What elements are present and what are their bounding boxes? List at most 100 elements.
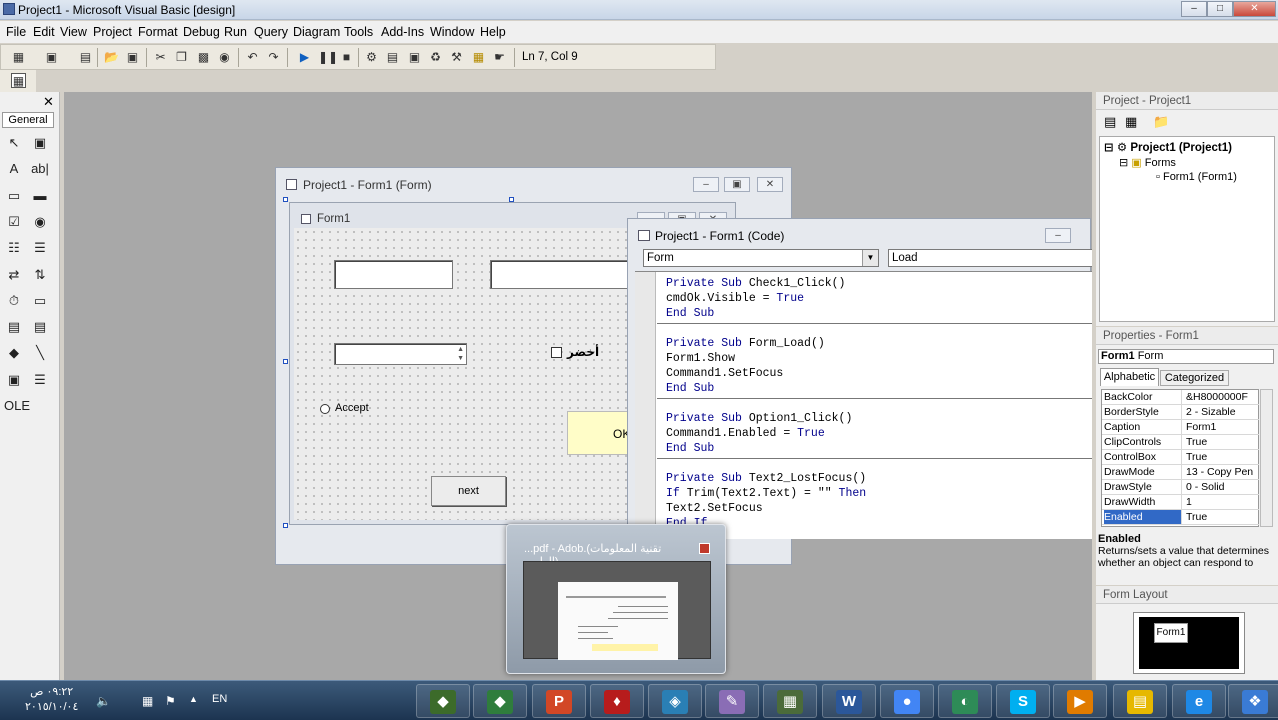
open-icon[interactable]: 📂 [104,50,119,65]
paste-icon[interactable]: ▩ [196,50,211,65]
drivelistbox-tool-icon[interactable]: ▭ [30,292,50,310]
find-icon[interactable]: ◉ [217,50,232,65]
thumbnail-preview[interactable] [523,561,711,660]
taskbar-thumbnail[interactable]: ...pdf - Adob.(تقنية المعلومات (العلمي [506,524,726,674]
maximize-button[interactable]: □ [1207,1,1233,17]
volume-icon[interactable]: 🔈 [96,694,111,708]
vscrollbar-tool-icon[interactable]: ⇅ [30,266,50,284]
object-browser-icon[interactable]: ♻ [428,50,443,65]
redo-icon[interactable]: ↷ [266,50,281,65]
taskbar-button-powerpoint[interactable]: P [532,684,586,718]
ole-tool-icon[interactable]: OLE [4,397,30,415]
chevron-down-icon[interactable]: ▼ [862,250,878,266]
property-value[interactable]: True [1186,510,1258,524]
break-icon[interactable]: ❚❚ [318,50,338,65]
add-project-icon[interactable]: ▦ [11,50,26,65]
property-value[interactable]: &H8000000F [1186,390,1258,404]
menu-query[interactable]: Query [254,25,288,39]
form1-client-area[interactable]: ▲ ▼ أخضر Accept OK next [294,228,630,520]
taskbar-button-ie[interactable]: e [1172,684,1226,718]
textbox-tool-icon[interactable]: ab| [30,160,50,178]
menu-window[interactable]: Window [430,25,474,39]
property-value[interactable]: True [1186,450,1258,464]
menu-debug[interactable]: Debug [183,25,220,39]
property-row[interactable]: Enabled True [1102,510,1259,525]
tree-item-project-root[interactable]: ⊟ ⚙ Project1 (Project1) [1104,140,1232,154]
updown-textbox[interactable]: ▲ ▼ [334,343,467,365]
start-icon[interactable]: ▶ [297,50,312,65]
cmdok-button[interactable]: OK [567,411,630,455]
text2-textbox[interactable] [490,260,630,289]
toolbox-close-button[interactable]: ✕ [43,94,54,110]
property-value[interactable]: 0 - Solid [1186,480,1258,494]
taskbar-clock[interactable]: ٠٩:٢٢ ص ٢٠١٥/١٠/٠٤ [25,685,78,715]
taskbar-button-skype[interactable]: S [996,684,1050,718]
tab-alphabetic[interactable]: Alphabetic [1100,368,1159,386]
next-button[interactable]: next [431,476,506,506]
resize-handle[interactable] [283,359,288,364]
property-row[interactable]: DrawStyle 0 - Solid [1102,480,1259,495]
flag-icon[interactable]: ⚑ [165,694,176,708]
code-minimize-button[interactable]: – [1045,228,1071,243]
taskbar-button-calc[interactable]: ▦ [763,684,817,718]
property-value[interactable]: 2 - Sizable [1186,405,1258,419]
property-value[interactable]: 13 - Copy Pen [1186,465,1258,479]
object-combo[interactable]: Form ▼ [643,249,879,267]
undo-icon[interactable]: ↶ [245,50,260,65]
menu-edit[interactable]: Edit [33,25,55,39]
view-code-icon[interactable]: ▤ [1104,114,1116,130]
property-row[interactable]: DrawWidth 1 [1102,495,1259,510]
label-tool-icon[interactable]: A [4,160,24,178]
dirlistbox-tool-icon[interactable]: ▤ [4,318,24,336]
menu-add-ins[interactable]: Add-Ins [381,25,424,39]
resize-handle[interactable] [283,523,288,528]
combobox-tool-icon[interactable]: ☷ [4,239,24,257]
collapse-icon[interactable]: ⊟ [1104,142,1114,154]
copy-icon[interactable]: ❐ [174,50,189,65]
save-icon[interactable]: ▣ [125,50,140,65]
data-view-icon[interactable]: ▦ [471,50,486,65]
toggle-folders-icon[interactable]: 📁 [1153,114,1169,130]
tab-categorized[interactable]: Categorized [1160,370,1229,386]
taskbar-button-paint[interactable]: ✎ [705,684,759,718]
menu-editor-icon[interactable]: ▤ [78,50,93,65]
properties-window-icon[interactable]: ▤ [385,50,400,65]
code-editor[interactable]: Private Sub Check1_Click() cmdOk.Visible … [635,271,1092,539]
resize-handle[interactable] [509,197,514,202]
menu-run[interactable]: Run [224,25,247,39]
designer-close-button[interactable]: ✕ [757,177,783,192]
optionbutton-tool-icon[interactable]: ◉ [30,213,50,231]
taskbar-button-explorer[interactable]: ▤ [1113,684,1167,718]
tree-item-forms-folder[interactable]: ⊟ ▣ Forms [1119,156,1176,169]
line-tool-icon[interactable]: ╲ [30,344,50,362]
hscrollbar-tool-icon[interactable]: ⇄ [4,266,24,284]
taskbar-button-cmd[interactable]: ◆ [416,684,470,718]
property-row[interactable]: ClipControls True [1102,435,1259,450]
property-value[interactable]: Form1 [1186,420,1258,434]
project-explorer-icon[interactable]: ⚙ [364,50,379,65]
shape-tool-icon[interactable]: ◆ [4,344,24,362]
filelistbox-tool-icon[interactable]: ▤ [30,318,50,336]
tree-item-form1[interactable]: ▫ Form1 (Form1) [1156,171,1237,183]
properties-grid[interactable]: BackColor &H8000000F BorderStyle 2 - Sizabl… [1101,389,1259,527]
minimize-button[interactable]: – [1181,1,1207,17]
form-layout-icon[interactable]: ▣ [407,50,422,65]
properties-scrollbar[interactable] [1260,389,1273,527]
property-row[interactable]: ControlBox True [1102,450,1259,465]
property-row[interactable]: DrawMode 13 - Copy Pen [1102,465,1259,480]
menu-project[interactable]: Project [93,25,132,39]
frame-tool-icon[interactable]: ▭ [4,187,24,205]
form-editor-icon[interactable]: ▦ [11,73,26,88]
end-icon[interactable]: ■ [339,50,354,65]
close-button[interactable]: ✕ [1233,1,1276,17]
property-value[interactable]: 1 [1186,495,1258,509]
taskbar-button-cmd2[interactable]: ◆ [473,684,527,718]
procedure-combo[interactable]: Load [888,249,1092,267]
pointer-tool-icon[interactable]: ↖ [4,134,24,152]
layout-form1[interactable]: Form1 [1154,623,1188,643]
option1-radio[interactable] [320,404,330,414]
component-manager-icon[interactable]: ☛ [492,50,507,65]
menu-file[interactable]: File [6,25,26,39]
view-object-icon[interactable]: ▦ [1125,114,1137,130]
check1-checkbox[interactable] [551,347,562,358]
